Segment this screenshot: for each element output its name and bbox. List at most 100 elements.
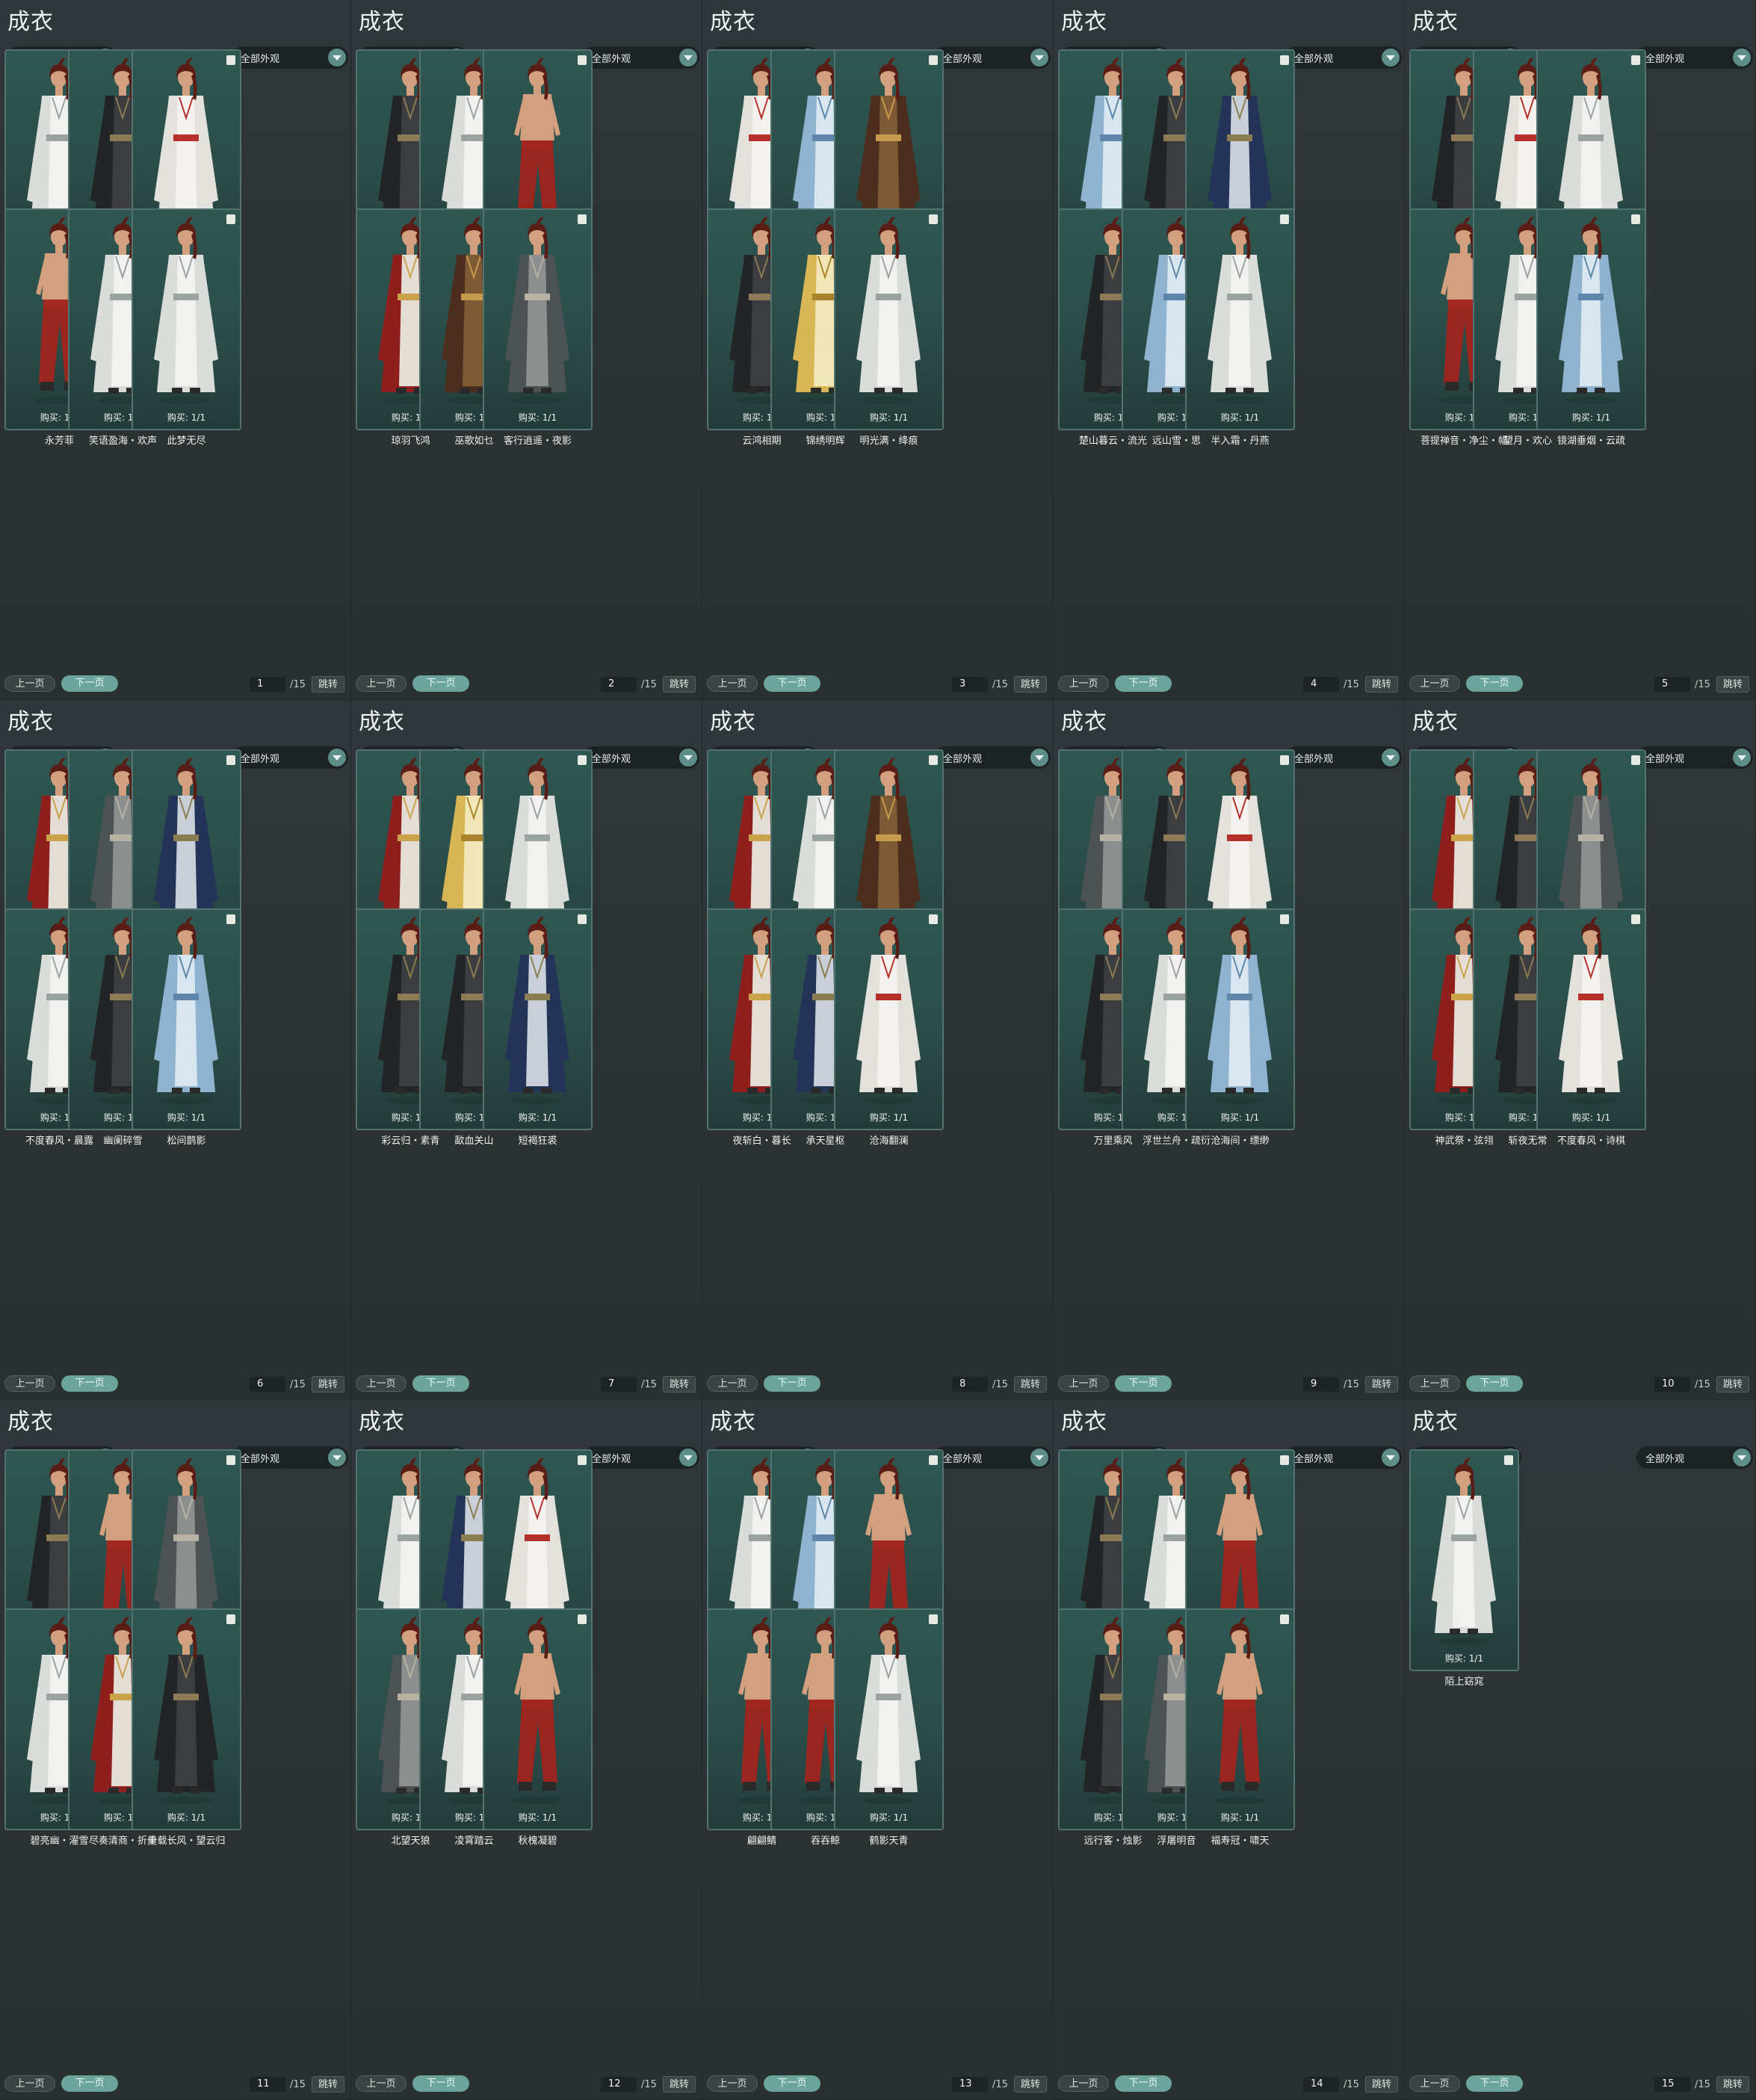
jump-button[interactable]: 跳转 xyxy=(1013,2076,1047,2093)
appearance-filter-dropdown[interactable]: 全部外观 xyxy=(1636,746,1753,769)
jump-button[interactable]: 跳转 xyxy=(662,676,696,693)
prev-page-button[interactable]: 上一页 xyxy=(1058,1375,1109,1392)
outfit-card[interactable]: 购买: 1/1 xyxy=(834,208,944,430)
next-page-button[interactable]: 下一页 xyxy=(1466,675,1523,692)
chevron-down-icon[interactable] xyxy=(679,749,697,766)
next-page-button[interactable]: 下一页 xyxy=(1115,675,1172,692)
chevron-down-icon[interactable] xyxy=(1733,749,1751,766)
outfit-card[interactable]: 购买: 1/1 xyxy=(834,908,944,1130)
outfit-card[interactable]: 购买: 1/1 xyxy=(483,1608,593,1830)
chevron-down-icon[interactable] xyxy=(679,1449,697,1466)
appearance-filter-dropdown[interactable]: 全部外观 xyxy=(934,46,1051,69)
appearance-filter-dropdown[interactable]: 全部外观 xyxy=(583,46,699,69)
jump-button[interactable]: 跳转 xyxy=(662,2076,696,2093)
page-number-input[interactable]: 14 xyxy=(1303,2077,1339,2092)
next-page-button[interactable]: 下一页 xyxy=(412,675,469,692)
outfit-card[interactable]: 购买: 1/1 xyxy=(1536,908,1646,1130)
next-page-button[interactable]: 下一页 xyxy=(61,1375,118,1392)
prev-page-button[interactable]: 上一页 xyxy=(1058,675,1109,692)
page-number-input[interactable]: 13 xyxy=(952,2077,988,2092)
jump-button[interactable]: 跳转 xyxy=(311,1376,344,1393)
chevron-down-icon[interactable] xyxy=(679,49,697,66)
outfit-card[interactable]: 购买: 1/1 xyxy=(1409,1449,1519,1671)
chevron-down-icon[interactable] xyxy=(1382,749,1400,766)
chevron-down-icon[interactable] xyxy=(1030,1449,1048,1466)
jump-button[interactable]: 跳转 xyxy=(1364,1376,1398,1393)
next-page-button[interactable]: 下一页 xyxy=(1115,1375,1172,1392)
outfit-card[interactable]: 购买: 1/1 xyxy=(834,1608,944,1830)
prev-page-button[interactable]: 上一页 xyxy=(1409,675,1460,692)
appearance-filter-dropdown[interactable]: 全部外观 xyxy=(583,746,699,769)
jump-button[interactable]: 跳转 xyxy=(1716,676,1749,693)
page-number-input[interactable]: 5 xyxy=(1654,677,1690,692)
page-number-input[interactable]: 8 xyxy=(952,1377,988,1392)
jump-button[interactable]: 跳转 xyxy=(662,1376,696,1393)
jump-button[interactable]: 跳转 xyxy=(1364,676,1398,693)
chevron-down-icon[interactable] xyxy=(1733,49,1751,66)
jump-button[interactable]: 跳转 xyxy=(1364,2076,1398,2093)
prev-page-button[interactable]: 上一页 xyxy=(707,675,758,692)
prev-page-button[interactable]: 上一页 xyxy=(4,675,55,692)
page-number-input[interactable]: 12 xyxy=(601,2077,637,2092)
page-number-input[interactable]: 11 xyxy=(250,2077,285,2092)
page-number-input[interactable]: 1 xyxy=(250,677,285,692)
outfit-card[interactable]: 购买: 1/1 xyxy=(1536,208,1646,430)
jump-button[interactable]: 跳转 xyxy=(1716,2076,1749,2093)
appearance-filter-dropdown[interactable]: 全部外观 xyxy=(1636,1446,1753,1469)
page-number-input[interactable]: 2 xyxy=(601,677,637,692)
page-number-input[interactable]: 6 xyxy=(250,1377,285,1392)
chevron-down-icon[interactable] xyxy=(328,1449,346,1466)
page-number-input[interactable]: 15 xyxy=(1654,2077,1690,2092)
prev-page-button[interactable]: 上一页 xyxy=(356,1375,406,1392)
chevron-down-icon[interactable] xyxy=(1382,1449,1400,1466)
next-page-button[interactable]: 下一页 xyxy=(412,1375,469,1392)
chevron-down-icon[interactable] xyxy=(1382,49,1400,66)
appearance-filter-dropdown[interactable]: 全部外观 xyxy=(232,746,348,769)
outfit-card[interactable]: 购买: 1/1 xyxy=(483,208,593,430)
prev-page-button[interactable]: 上一页 xyxy=(707,2075,758,2092)
prev-page-button[interactable]: 上一页 xyxy=(4,1375,55,1392)
next-page-button[interactable]: 下一页 xyxy=(61,2075,118,2092)
appearance-filter-dropdown[interactable]: 全部外观 xyxy=(1285,46,1402,69)
prev-page-button[interactable]: 上一页 xyxy=(1409,1375,1460,1392)
jump-button[interactable]: 跳转 xyxy=(1716,1376,1749,1393)
appearance-filter-dropdown[interactable]: 全部外观 xyxy=(934,746,1051,769)
outfit-card[interactable]: 购买: 1/1 xyxy=(1185,908,1295,1130)
next-page-button[interactable]: 下一页 xyxy=(412,2075,469,2092)
chevron-down-icon[interactable] xyxy=(328,749,346,766)
chevron-down-icon[interactable] xyxy=(1030,49,1048,66)
outfit-card[interactable]: 购买: 1/1 xyxy=(132,1608,241,1830)
page-number-input[interactable]: 9 xyxy=(1303,1377,1339,1392)
prev-page-button[interactable]: 上一页 xyxy=(1409,2075,1460,2092)
outfit-card[interactable]: 购买: 1/1 xyxy=(132,908,241,1130)
page-number-input[interactable]: 4 xyxy=(1303,677,1339,692)
next-page-button[interactable]: 下一页 xyxy=(1466,1375,1523,1392)
outfit-card[interactable]: 购买: 1/1 xyxy=(483,908,593,1130)
appearance-filter-dropdown[interactable]: 全部外观 xyxy=(1636,46,1753,69)
jump-button[interactable]: 跳转 xyxy=(1013,1376,1047,1393)
chevron-down-icon[interactable] xyxy=(328,49,346,66)
page-number-input[interactable]: 10 xyxy=(1654,1377,1690,1392)
prev-page-button[interactable]: 上一页 xyxy=(356,2075,406,2092)
next-page-button[interactable]: 下一页 xyxy=(1115,2075,1172,2092)
appearance-filter-dropdown[interactable]: 全部外观 xyxy=(583,1446,699,1469)
jump-button[interactable]: 跳转 xyxy=(1013,676,1047,693)
next-page-button[interactable]: 下一页 xyxy=(764,1375,820,1392)
outfit-card[interactable]: 购买: 1/1 xyxy=(132,208,241,430)
chevron-down-icon[interactable] xyxy=(1733,1449,1751,1466)
next-page-button[interactable]: 下一页 xyxy=(61,675,118,692)
prev-page-button[interactable]: 上一页 xyxy=(356,675,406,692)
jump-button[interactable]: 跳转 xyxy=(311,2076,344,2093)
outfit-card[interactable]: 购买: 1/1 xyxy=(1185,208,1295,430)
appearance-filter-dropdown[interactable]: 全部外观 xyxy=(232,1446,348,1469)
prev-page-button[interactable]: 上一页 xyxy=(1058,2075,1109,2092)
appearance-filter-dropdown[interactable]: 全部外观 xyxy=(1285,1446,1402,1469)
next-page-button[interactable]: 下一页 xyxy=(764,675,820,692)
page-number-input[interactable]: 3 xyxy=(952,677,988,692)
prev-page-button[interactable]: 上一页 xyxy=(4,2075,55,2092)
next-page-button[interactable]: 下一页 xyxy=(1466,2075,1523,2092)
appearance-filter-dropdown[interactable]: 全部外观 xyxy=(232,46,348,69)
appearance-filter-dropdown[interactable]: 全部外观 xyxy=(1285,746,1402,769)
prev-page-button[interactable]: 上一页 xyxy=(707,1375,758,1392)
appearance-filter-dropdown[interactable]: 全部外观 xyxy=(934,1446,1051,1469)
